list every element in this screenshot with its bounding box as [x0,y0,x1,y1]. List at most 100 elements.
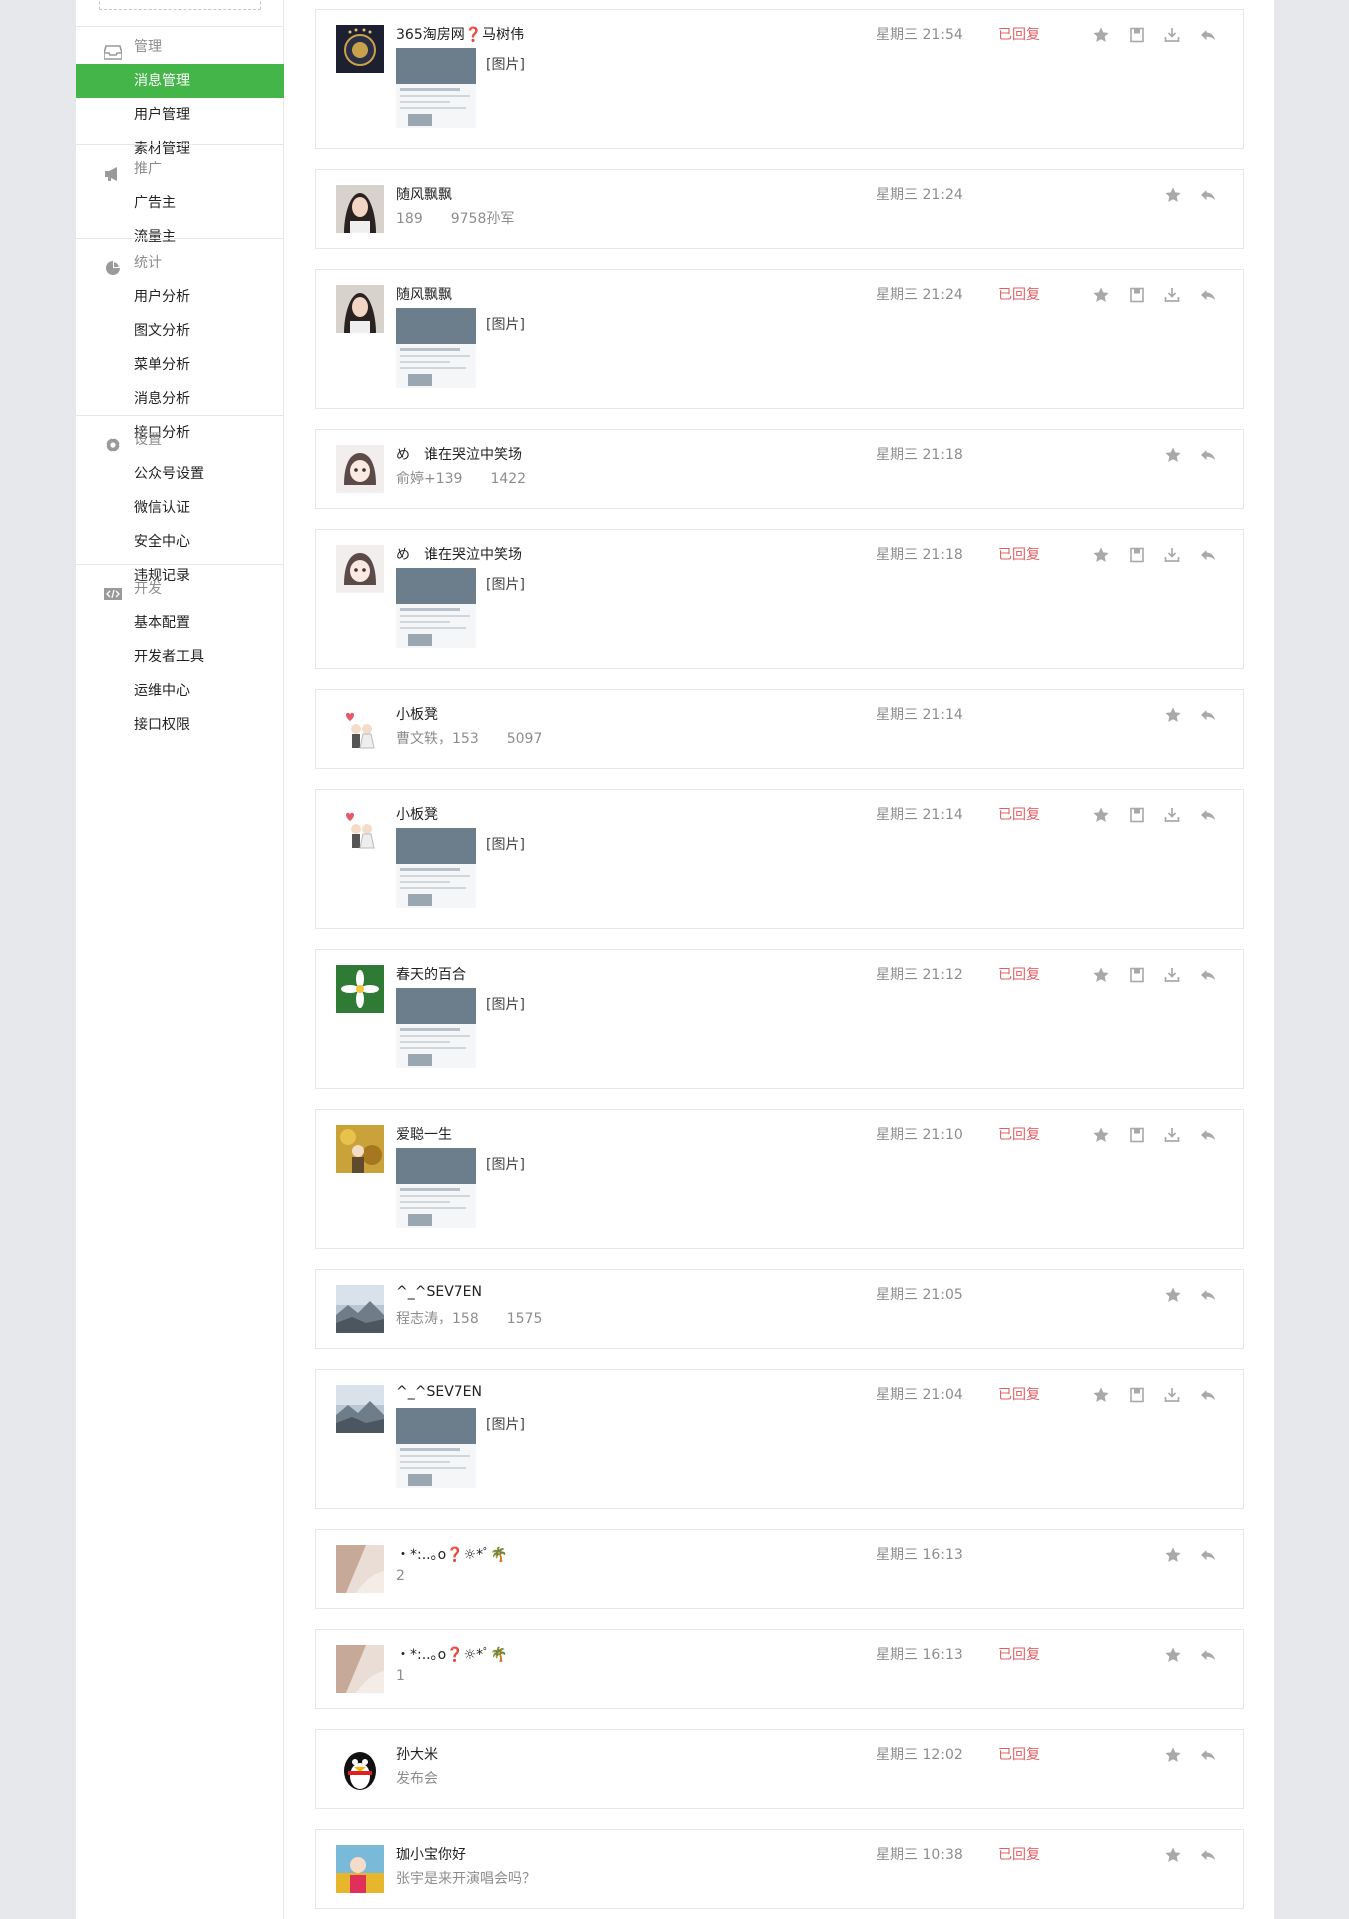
star-icon[interactable] [1164,1646,1182,1664]
star-icon[interactable] [1092,806,1110,824]
save-icon[interactable] [1128,1386,1146,1404]
sidebar-item[interactable]: 运维中心 [76,674,284,708]
image-thumbnail[interactable] [396,568,476,648]
avatar[interactable] [336,445,384,493]
save-icon[interactable] [1128,966,1146,984]
nav-group-title: 设置 [76,423,284,457]
sidebar-item[interactable]: 广告主 [76,186,284,220]
star-icon[interactable] [1164,446,1182,464]
sidebar-item[interactable]: 开发者工具 [76,640,284,674]
sender-name[interactable]: ・*:..｡o❓☼*ﾟ🌴 [396,1644,508,1664]
message-time: 星期三 10:38 [876,1847,963,1863]
reply-icon[interactable] [1199,446,1217,464]
image-label: [图片] [486,837,525,853]
avatar[interactable] [336,1285,384,1333]
sidebar-item[interactable]: 图文分析 [76,314,284,348]
image-thumbnail[interactable] [396,1148,476,1228]
sender-name[interactable]: 随风飘飘 [396,184,452,204]
download-icon[interactable] [1163,1126,1181,1144]
save-icon[interactable] [1128,1126,1146,1144]
avatar[interactable] [336,545,384,593]
reply-icon[interactable] [1199,1846,1217,1864]
reply-icon[interactable] [1199,1746,1217,1764]
avatar[interactable] [336,1125,384,1173]
sidebar-item[interactable]: 用户分析 [76,280,284,314]
download-icon[interactable] [1163,1386,1181,1404]
save-icon[interactable] [1128,806,1146,824]
save-icon[interactable] [1128,26,1146,44]
sender-name[interactable]: ^_^SEV7EN [396,1384,482,1400]
image-thumbnail[interactable] [396,1408,476,1488]
avatar[interactable] [336,1545,384,1593]
image-thumbnail[interactable] [396,828,476,908]
star-icon[interactable] [1092,546,1110,564]
sender-name[interactable]: 365淘房网❓马树伟 [396,24,524,44]
sender-name[interactable]: 小板凳 [396,704,438,724]
save-icon[interactable] [1128,286,1146,304]
reply-icon[interactable] [1199,966,1217,984]
star-icon[interactable] [1164,1846,1182,1864]
sidebar-item[interactable]: 用户管理 [76,98,284,132]
sender-name[interactable]: ^_^SEV7EN [396,1284,482,1300]
sidebar-item[interactable]: 菜单分析 [76,348,284,382]
avatar[interactable] [336,1645,384,1693]
image-thumbnail[interactable] [396,988,476,1068]
sidebar-item[interactable]: 消息分析 [76,382,284,416]
star-icon[interactable] [1092,286,1110,304]
image-thumbnail[interactable] [396,48,476,128]
reply-icon[interactable] [1199,1646,1217,1664]
star-icon[interactable] [1164,186,1182,204]
reply-icon[interactable] [1199,26,1217,44]
sidebar-item[interactable]: 接口权限 [76,708,284,742]
star-icon[interactable] [1092,966,1110,984]
reply-icon[interactable] [1199,1546,1217,1564]
star-icon[interactable] [1092,1386,1110,1404]
download-icon[interactable] [1163,546,1181,564]
reply-icon[interactable] [1199,706,1217,724]
avatar[interactable] [336,185,384,233]
star-icon[interactable] [1164,1286,1182,1304]
sidebar-item[interactable]: 消息管理 [76,64,284,98]
avatar[interactable] [336,805,384,853]
sender-name[interactable]: 孙大米 [396,1744,438,1764]
download-icon[interactable] [1163,286,1181,304]
star-icon[interactable] [1092,26,1110,44]
reply-icon[interactable] [1199,1126,1217,1144]
avatar[interactable] [336,1385,384,1433]
download-icon[interactable] [1163,966,1181,984]
sender-name[interactable]: ・*:..｡o❓☼*ﾟ🌴 [396,1544,508,1564]
avatar[interactable] [336,285,384,333]
avatar[interactable] [336,25,384,73]
sidebar-item[interactable]: 基本配置 [76,606,284,640]
avatar[interactable] [336,1745,384,1793]
sender-name[interactable]: 随风飘飘 [396,284,452,304]
save-icon[interactable] [1128,546,1146,564]
sender-name[interactable]: め 谁在哭泣中笑场 [396,544,522,564]
star-icon[interactable] [1092,1126,1110,1144]
download-icon[interactable] [1163,26,1181,44]
sender-name[interactable]: め 谁在哭泣中笑场 [396,444,522,464]
reply-icon[interactable] [1199,1386,1217,1404]
download-icon[interactable] [1163,806,1181,824]
sender-name[interactable]: 春天的百合 [396,964,466,984]
sidebar-item[interactable]: 公众号设置 [76,457,284,491]
sender-name[interactable]: 小板凳 [396,804,438,824]
avatar[interactable] [336,705,384,753]
star-icon[interactable] [1164,1746,1182,1764]
nav-group: 统计 用户分析 图文分析 菜单分析 消息分析 接口分析 [76,246,284,450]
star-icon[interactable] [1164,1546,1182,1564]
sidebar-item[interactable]: 安全中心 [76,525,284,559]
reply-icon[interactable] [1199,1286,1217,1304]
star-icon[interactable] [1164,706,1182,724]
image-thumbnail[interactable] [396,308,476,388]
sidebar-item[interactable]: 微信认证 [76,491,284,525]
sender-name[interactable]: 珈小宝你好 [396,1844,466,1864]
reply-icon[interactable] [1199,286,1217,304]
reply-icon[interactable] [1199,806,1217,824]
avatar[interactable] [336,1845,384,1893]
message-time: 星期三 21:18 [876,547,963,563]
avatar[interactable] [336,965,384,1013]
reply-icon[interactable] [1199,186,1217,204]
sender-name[interactable]: 爱聪一生 [396,1124,452,1144]
reply-icon[interactable] [1199,546,1217,564]
